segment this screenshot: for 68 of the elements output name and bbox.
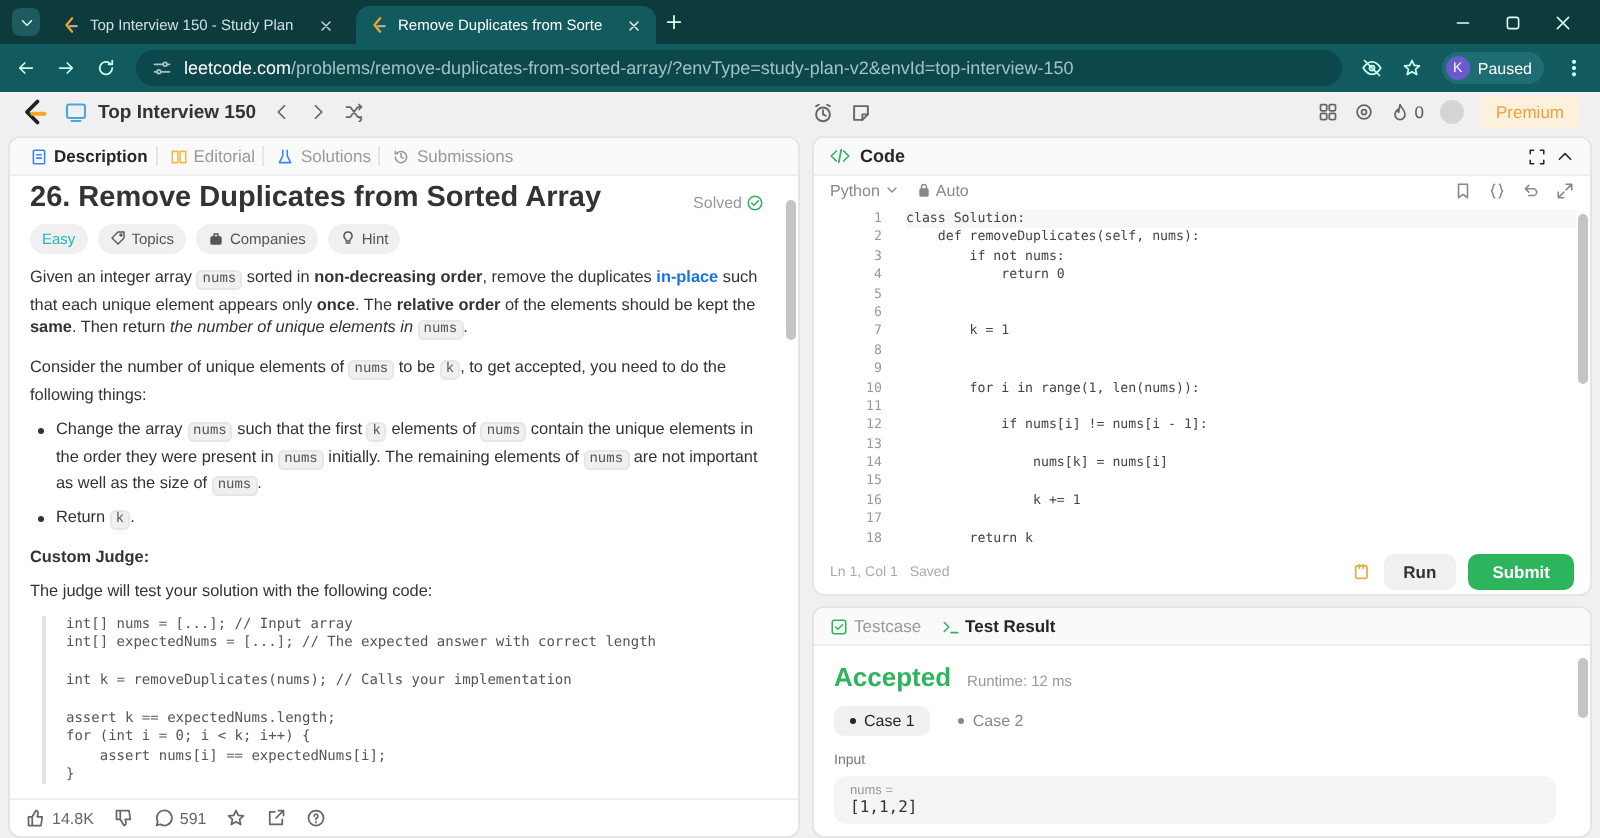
close-icon[interactable]	[318, 17, 334, 33]
fullscreen-icon[interactable]	[1528, 147, 1546, 165]
like-button[interactable]: 14.8K	[26, 808, 94, 828]
flame-icon[interactable]	[1390, 102, 1411, 122]
check-circle-icon	[746, 194, 764, 213]
braces-icon[interactable]	[1488, 181, 1506, 199]
panel-tab[interactable]: Test Result	[941, 616, 1066, 636]
verdict-text: Accepted	[834, 662, 952, 692]
description-paragraph: The judge will test your solution with the following code:	[30, 580, 435, 604]
eye-off-icon[interactable]	[1361, 58, 1382, 78]
briefcase-icon	[207, 230, 224, 247]
run-button[interactable]: Run	[1383, 554, 1457, 590]
comments-button[interactable]: 591	[153, 808, 207, 828]
tab-search-button[interactable]	[12, 8, 40, 36]
bullet-icon	[38, 515, 44, 522]
logo-icon	[62, 16, 80, 34]
thumbs-down-icon[interactable]	[113, 808, 134, 828]
case-tab[interactable]: Case 2	[942, 706, 1040, 736]
panel-title: Code	[860, 146, 905, 166]
thumbs-up-icon	[26, 808, 46, 828]
study-plan-icon	[64, 100, 88, 124]
bullet-icon	[38, 428, 44, 435]
star-icon[interactable]	[226, 808, 247, 828]
bookmark-icon[interactable]	[1454, 181, 1472, 199]
lock-icon	[915, 182, 932, 198]
problem-title: 26. Remove Duplicates from Sorted Array	[30, 188, 604, 212]
chevron-up-icon[interactable]	[1556, 147, 1574, 165]
logo-icon[interactable]	[20, 98, 48, 126]
auto-mode-toggle[interactable]: Auto	[915, 181, 969, 199]
section-heading: Custom Judge:	[30, 545, 152, 569]
checkbox-icon	[830, 617, 848, 635]
share-icon[interactable]	[266, 808, 287, 828]
code-icon	[830, 146, 850, 166]
lightbulb-icon	[339, 230, 356, 247]
panel-tab[interactable]: Description	[22, 146, 158, 166]
comment-icon	[153, 808, 174, 828]
language-dropdown[interactable]: Python	[830, 181, 900, 199]
terminal-icon	[941, 617, 960, 635]
logo-icon	[370, 16, 388, 34]
history-icon	[392, 147, 411, 165]
help-icon[interactable]	[306, 808, 327, 828]
reload-icon[interactable]	[96, 58, 116, 78]
case-tab[interactable]: Case 1	[834, 706, 931, 736]
scrollbar-thumb[interactable]	[1578, 214, 1588, 384]
streak-count: 0	[1414, 102, 1424, 122]
shuffle-icon[interactable]	[344, 102, 365, 122]
forward-icon[interactable]	[56, 58, 76, 78]
expand-icon[interactable]	[1556, 181, 1574, 199]
site-settings-icon[interactable]	[152, 58, 172, 78]
study-plan-title[interactable]: Top Interview 150	[98, 101, 257, 123]
text-link[interactable]: in-place	[656, 268, 719, 287]
tag-icon	[109, 230, 126, 247]
undo-icon[interactable]	[1522, 181, 1540, 199]
address-bar[interactable]: leetcode.com/problems/remove-duplicates-from-sorted-array/?envType=study-plan-v2&envId=top-interview-150	[136, 50, 1342, 86]
grid-icon[interactable]	[1318, 102, 1339, 122]
document-icon	[30, 147, 48, 165]
maximize-icon[interactable]	[1504, 13, 1522, 31]
flask-icon	[276, 147, 295, 165]
alarm-clock-icon[interactable]	[811, 101, 834, 123]
note-icon[interactable]	[849, 101, 872, 123]
scrollbar-thumb[interactable]	[786, 200, 796, 340]
back-icon[interactable]	[16, 58, 36, 78]
book-icon	[169, 147, 188, 165]
url-text: leetcode.com/problems/remove-duplicates-from-sorted-array/?envType=study-plan-v2&envId=top-interview-150	[184, 58, 1074, 78]
plus-icon[interactable]	[664, 12, 684, 32]
scrollbar-thumb[interactable]	[1578, 658, 1588, 718]
chevron-down-icon	[883, 182, 900, 198]
solved-status: Solved	[693, 192, 764, 216]
